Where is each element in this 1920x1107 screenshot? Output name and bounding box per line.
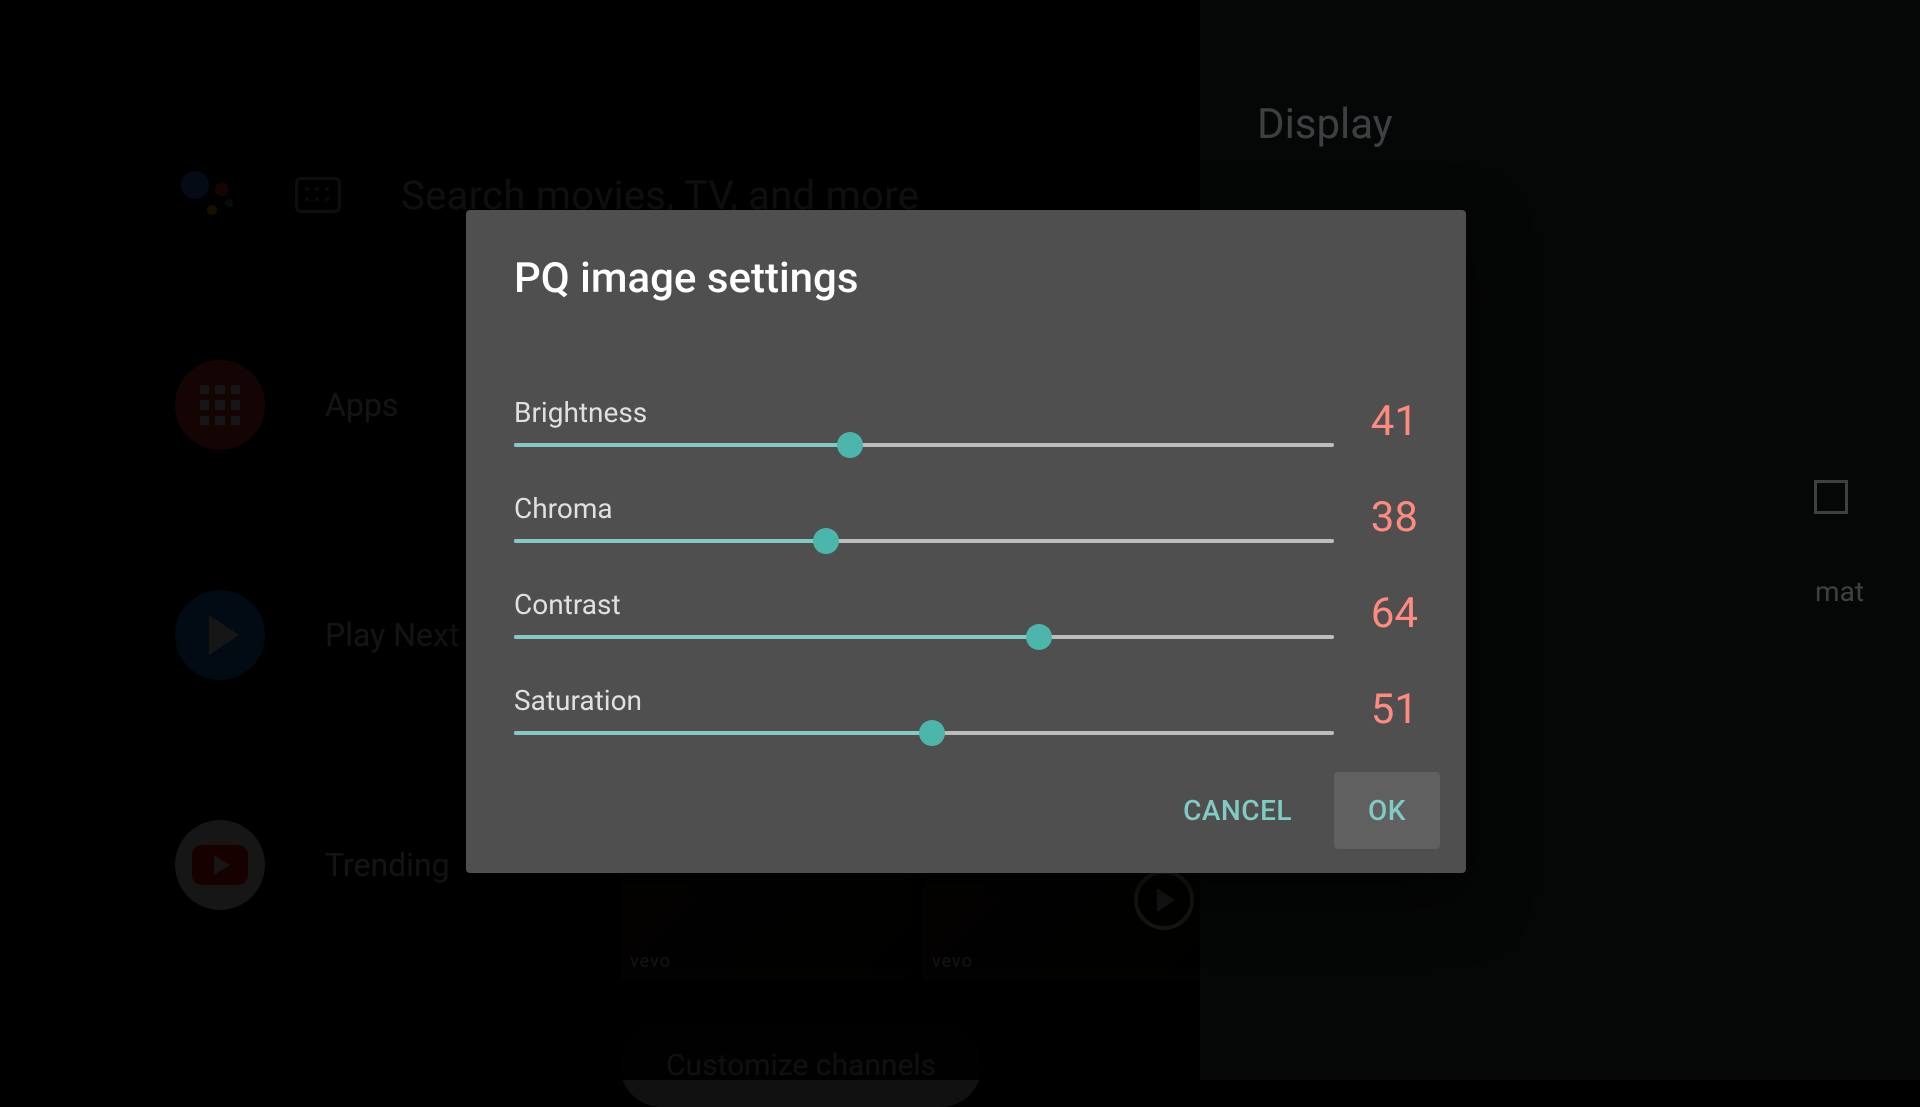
- slider-label: Brightness: [514, 396, 1334, 429]
- slider-saturation: Saturation 51: [514, 661, 1418, 757]
- slider-contrast: Contrast 64: [514, 565, 1418, 661]
- slider-track[interactable]: [514, 443, 1334, 447]
- slider-value: 64: [1338, 589, 1418, 638]
- slider-track[interactable]: [514, 635, 1334, 639]
- cancel-button[interactable]: CANCEL: [1149, 772, 1326, 849]
- slider-thumb-icon[interactable]: [1026, 624, 1052, 650]
- slider-brightness: Brightness 41: [514, 373, 1418, 469]
- ok-button[interactable]: OK: [1334, 772, 1440, 849]
- slider-track[interactable]: [514, 731, 1334, 735]
- dialog-title: PQ image settings: [514, 254, 1418, 303]
- slider-value: 38: [1338, 493, 1418, 542]
- slider-track[interactable]: [514, 539, 1334, 543]
- slider-chroma: Chroma 38: [514, 469, 1418, 565]
- pq-image-settings-dialog: PQ image settings Brightness 41 Chroma 3…: [466, 210, 1466, 873]
- slider-value: 41: [1338, 397, 1418, 446]
- slider-thumb-icon[interactable]: [837, 432, 863, 458]
- dialog-actions: CANCEL OK: [1149, 772, 1440, 849]
- slider-label: Saturation: [514, 684, 1334, 717]
- slider-label: Contrast: [514, 588, 1334, 621]
- slider-value: 51: [1338, 685, 1418, 734]
- slider-label: Chroma: [514, 492, 1334, 525]
- slider-thumb-icon[interactable]: [813, 528, 839, 554]
- slider-thumb-icon[interactable]: [919, 720, 945, 746]
